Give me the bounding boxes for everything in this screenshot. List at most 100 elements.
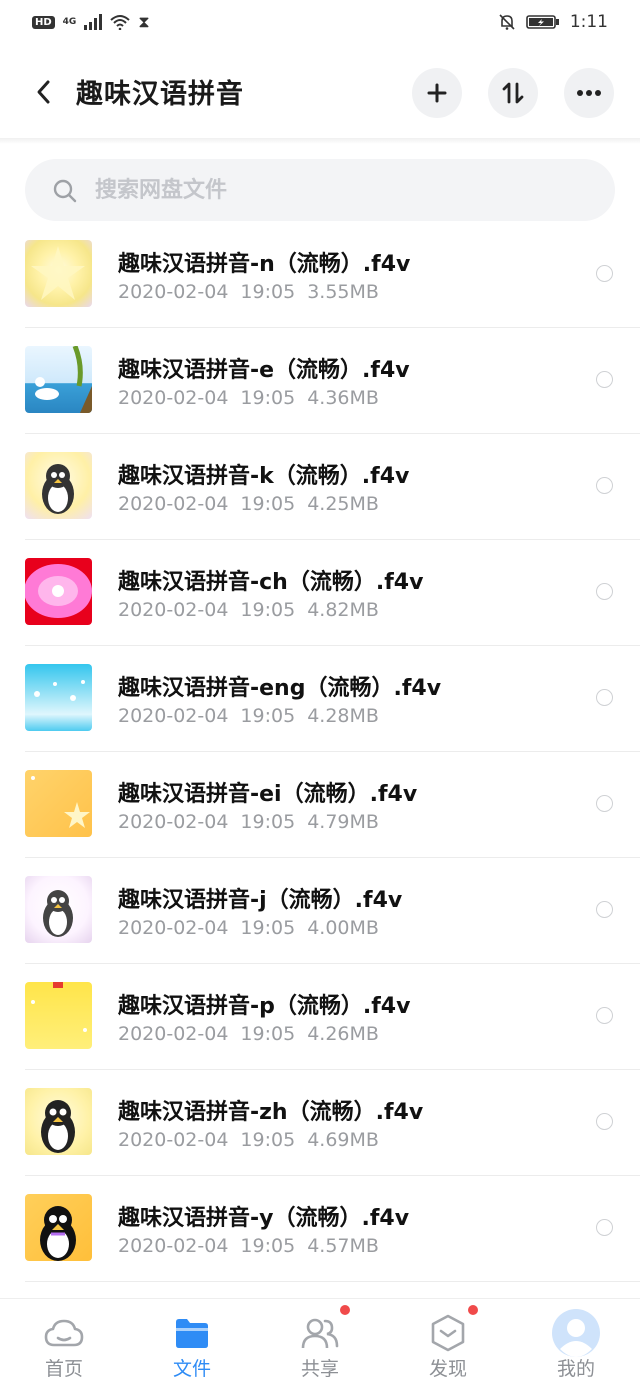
video-thumbnail xyxy=(25,452,92,519)
file-meta: 2020-02-04 19:05 4.79MB xyxy=(118,811,379,833)
file-row[interactable]: 趣味汉语拼音-n（流畅）.f4v 2020-02-04 19:05 3.55MB xyxy=(0,222,640,328)
file-row[interactable]: 趣味汉语拼音-p（流畅）.f4v 2020-02-04 19:05 4.26MB xyxy=(0,964,640,1070)
hourglass-icon: ⧗ xyxy=(138,12,150,31)
select-radio[interactable] xyxy=(596,795,613,812)
file-size: 3.55MB xyxy=(307,281,379,303)
file-meta: 2020-02-04 19:05 4.82MB xyxy=(118,599,379,621)
file-date: 2020-02-04 xyxy=(118,387,229,409)
file-date: 2020-02-04 xyxy=(118,1129,229,1151)
file-time: 19:05 xyxy=(240,599,296,621)
file-row[interactable]: 趣味汉语拼音-zh（流畅）.f4v 2020-02-04 19:05 4.69MB xyxy=(0,1070,640,1176)
file-name: 趣味汉语拼音-ch（流畅）.f4v xyxy=(118,570,424,595)
file-size: 4.28MB xyxy=(307,705,379,727)
file-time: 19:05 xyxy=(240,1023,296,1045)
file-row[interactable]: 趣味汉语拼音-y（流畅）.f4v 2020-02-04 19:05 4.57MB xyxy=(0,1176,640,1282)
file-row[interactable]: 趣味汉语拼音-k（流畅）.f4v 2020-02-04 19:05 4.25MB xyxy=(0,434,640,540)
back-button[interactable] xyxy=(26,74,62,110)
file-name: 趣味汉语拼音-eng（流畅）.f4v xyxy=(118,676,442,701)
file-date: 2020-02-04 xyxy=(118,1235,229,1257)
file-meta: 2020-02-04 19:05 4.25MB xyxy=(118,493,379,515)
file-name: 趣味汉语拼音-n（流畅）.f4v xyxy=(118,252,411,277)
status-right: 1:11 xyxy=(498,12,608,32)
nav-share[interactable]: 共享 xyxy=(256,1299,384,1386)
file-row[interactable]: 趣味汉语拼音-ch（流畅）.f4v 2020-02-04 19:05 4.82MB xyxy=(0,540,640,646)
more-icon xyxy=(577,90,601,96)
search-input[interactable] xyxy=(95,173,575,207)
file-name: 趣味汉语拼音-zh（流畅）.f4v xyxy=(118,1100,424,1125)
nav-files[interactable]: 文件 xyxy=(128,1299,256,1386)
bottom-nav: 首页 文件 共享 发现 我的 xyxy=(0,1298,640,1386)
file-size: 4.25MB xyxy=(307,493,379,515)
search-bar[interactable] xyxy=(25,159,615,221)
file-row[interactable]: 趣味汉语拼音-j（流畅）.f4v 2020-02-04 19:05 4.00MB xyxy=(0,858,640,964)
file-time: 19:05 xyxy=(240,387,296,409)
page-title: 趣味汉语拼音 xyxy=(76,79,244,110)
video-thumbnail xyxy=(25,982,92,1049)
add-button[interactable] xyxy=(412,68,462,118)
file-meta: 2020-02-04 19:05 4.36MB xyxy=(118,387,379,409)
file-name: 趣味汉语拼音-ei（流畅）.f4v xyxy=(118,782,418,807)
sort-button[interactable] xyxy=(488,68,538,118)
file-meta: 2020-02-04 19:05 4.28MB xyxy=(118,705,379,727)
select-radio[interactable] xyxy=(596,583,613,600)
file-size: 4.79MB xyxy=(307,811,379,833)
file-meta: 2020-02-04 19:05 3.55MB xyxy=(118,281,379,303)
file-date: 2020-02-04 xyxy=(118,917,229,939)
file-date: 2020-02-04 xyxy=(118,599,229,621)
select-radio[interactable] xyxy=(596,1219,613,1236)
network-type: 4G xyxy=(62,17,77,27)
file-date: 2020-02-04 xyxy=(118,705,229,727)
file-size: 4.57MB xyxy=(307,1235,379,1257)
file-time: 19:05 xyxy=(240,811,296,833)
select-radio[interactable] xyxy=(596,901,613,918)
video-thumbnail xyxy=(25,664,92,731)
file-date: 2020-02-04 xyxy=(118,1023,229,1045)
file-size: 4.69MB xyxy=(307,1129,379,1151)
nav-discover[interactable]: 发现 xyxy=(384,1299,512,1386)
select-radio[interactable] xyxy=(596,689,613,706)
select-radio[interactable] xyxy=(596,1007,613,1024)
file-row[interactable]: 趣味汉语拼音-e（流畅）.f4v 2020-02-04 19:05 4.36MB xyxy=(0,328,640,434)
select-radio[interactable] xyxy=(596,477,613,494)
file-row[interactable]: 趣味汉语拼音-eng（流畅）.f4v 2020-02-04 19:05 4.28MB xyxy=(0,646,640,752)
nav-me-label: 我的 xyxy=(556,1358,595,1380)
file-name: 趣味汉语拼音-e（流畅）.f4v xyxy=(118,358,410,383)
nav-share-label: 共享 xyxy=(300,1358,339,1380)
file-date: 2020-02-04 xyxy=(118,493,229,515)
select-radio[interactable] xyxy=(596,371,613,388)
file-time: 19:05 xyxy=(240,281,296,303)
hd-badge: HD xyxy=(32,15,55,29)
select-radio[interactable] xyxy=(596,1113,613,1130)
file-meta: 2020-02-04 19:05 4.57MB xyxy=(118,1235,379,1257)
file-name: 趣味汉语拼音-p（流畅）.f4v xyxy=(118,994,411,1019)
file-name: 趣味汉语拼音-k（流畅）.f4v xyxy=(118,464,410,489)
nav-files-label: 文件 xyxy=(172,1358,211,1380)
nav-home[interactable]: 首页 xyxy=(0,1299,128,1386)
file-time: 19:05 xyxy=(240,705,296,727)
file-size: 4.26MB xyxy=(307,1023,379,1045)
file-list: 趣味汉语拼音-n（流畅）.f4v 2020-02-04 19:05 3.55MB 趣… xyxy=(0,222,640,1282)
nav-me[interactable]: 我的 xyxy=(512,1299,640,1386)
plus-icon xyxy=(427,83,447,103)
status-bar: HD 4G ⧗ 1:11 xyxy=(0,0,640,44)
battery-icon xyxy=(526,15,559,29)
folder-icon xyxy=(172,1313,212,1353)
file-meta: 2020-02-04 19:05 4.69MB xyxy=(118,1129,379,1151)
file-size: 4.00MB xyxy=(307,917,379,939)
nav-home-label: 首页 xyxy=(44,1358,83,1380)
video-thumbnail xyxy=(25,1194,92,1261)
file-time: 19:05 xyxy=(240,1235,296,1257)
clock: 1:11 xyxy=(569,12,608,32)
file-row[interactable]: 趣味汉语拼音-ei（流畅）.f4v 2020-02-04 19:05 4.79MB xyxy=(0,752,640,858)
select-radio[interactable] xyxy=(596,265,613,282)
cube-icon xyxy=(428,1313,468,1353)
file-date: 2020-02-04 xyxy=(118,811,229,833)
search-icon xyxy=(53,179,77,203)
nav-discover-label: 发现 xyxy=(428,1358,467,1380)
back-icon xyxy=(37,80,50,104)
file-name: 趣味汉语拼音-y（流畅）.f4v xyxy=(118,1206,410,1231)
notification-dot xyxy=(340,1305,350,1315)
notification-dot xyxy=(468,1305,478,1315)
more-button[interactable] xyxy=(564,68,614,118)
header: 趣味汉语拼音 xyxy=(0,44,640,140)
